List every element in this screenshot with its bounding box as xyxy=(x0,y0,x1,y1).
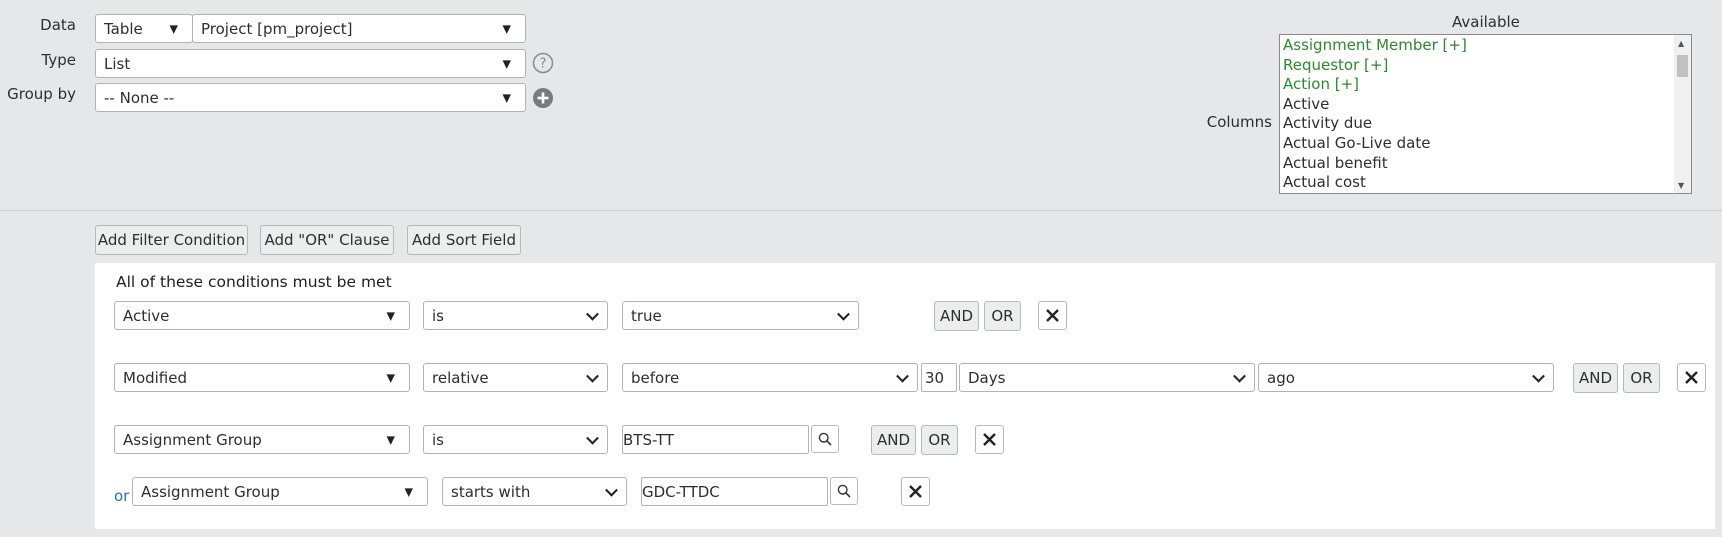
section-divider xyxy=(0,210,1722,211)
or-prefix-label: or xyxy=(114,487,130,505)
and-button[interactable]: AND xyxy=(1573,363,1618,393)
table-value: Project [pm_project] xyxy=(201,19,353,38)
relative-when-value: ago xyxy=(1267,368,1295,387)
add-sort-field-button[interactable]: Add Sort Field xyxy=(407,225,521,255)
dropdown-arrow-icon: ▼ xyxy=(169,22,178,35)
add-or-clause-button[interactable]: Add "OR" Clause xyxy=(260,225,394,255)
relative-when-select[interactable]: ago xyxy=(1258,363,1554,392)
filter-operator-value: is xyxy=(432,430,444,449)
or-button[interactable]: OR xyxy=(984,301,1021,331)
table-select[interactable]: Project [pm_project] ▼ xyxy=(192,14,526,43)
list-item[interactable]: Requestor [+] xyxy=(1283,56,1691,76)
available-columns-list[interactable]: Assignment Member [+] Requestor [+] Acti… xyxy=(1279,34,1692,194)
type-value: List xyxy=(104,54,131,73)
remove-condition-button[interactable] xyxy=(1038,301,1067,330)
filter-value-value: true xyxy=(631,306,662,325)
filter-operator-select[interactable]: starts with xyxy=(442,477,627,506)
filter-field-select[interactable]: Assignment Group ▼ xyxy=(114,425,410,454)
filter-value-value: before xyxy=(631,368,680,387)
group-by-select[interactable]: -- None -- ▼ xyxy=(95,83,526,112)
dropdown-arrow-icon: ▼ xyxy=(502,22,511,35)
and-button[interactable]: AND xyxy=(934,301,979,331)
remove-condition-button[interactable] xyxy=(901,477,930,506)
filter-operator-select[interactable]: relative xyxy=(423,363,608,392)
filter-field-value: Assignment Group xyxy=(141,482,280,501)
add-group-icon[interactable] xyxy=(532,87,554,109)
dropdown-arrow-icon: ▼ xyxy=(404,485,413,498)
filter-operator-value: is xyxy=(432,306,444,325)
filter-value-input[interactable]: BTS-TT xyxy=(622,425,809,454)
search-icon xyxy=(837,484,851,498)
list-item[interactable]: Activity due xyxy=(1283,114,1691,134)
dropdown-arrow-icon: ▼ xyxy=(502,91,511,104)
list-item[interactable]: Actual Go-Live date xyxy=(1283,134,1691,154)
list-item[interactable]: Actual cost xyxy=(1283,173,1691,193)
filter-operator-select[interactable]: is xyxy=(423,301,608,330)
lookup-button[interactable] xyxy=(830,477,858,505)
dropdown-arrow-icon: ▼ xyxy=(502,57,511,70)
dropdown-arrow-icon: ▼ xyxy=(386,371,395,384)
list-item[interactable]: Assignment Member [+] xyxy=(1283,36,1691,56)
scrollbar[interactable]: ▲ ▼ xyxy=(1674,35,1691,193)
dropdown-arrow-icon: ▼ xyxy=(386,309,395,322)
remove-condition-button[interactable] xyxy=(1677,363,1706,392)
search-icon xyxy=(818,432,832,446)
filter-operator-value: relative xyxy=(432,368,489,387)
filter-value-select[interactable]: before xyxy=(622,363,918,392)
filter-field-value: Active xyxy=(123,306,170,325)
group-by-label: Group by xyxy=(7,85,76,103)
data-source-value: Table xyxy=(104,19,143,38)
remove-condition-button[interactable] xyxy=(975,425,1004,454)
scroll-up-icon[interactable]: ▲ xyxy=(1678,39,1684,48)
help-icon[interactable]: ? xyxy=(532,52,554,74)
dropdown-arrow-icon: ▼ xyxy=(386,433,395,446)
type-label: Type xyxy=(41,51,76,69)
filter-operator-value: starts with xyxy=(451,482,531,501)
filter-value-select[interactable]: true xyxy=(622,301,859,330)
data-label: Data xyxy=(40,16,76,34)
group-by-value: -- None -- xyxy=(104,88,175,107)
close-icon xyxy=(1685,371,1698,384)
filter-field-select[interactable]: Modified ▼ xyxy=(114,363,410,392)
svg-text:?: ? xyxy=(540,57,547,72)
or-button[interactable]: OR xyxy=(1623,363,1660,393)
close-icon xyxy=(983,433,996,446)
filter-value-input[interactable]: GDC-TTDC xyxy=(641,477,828,506)
data-source-select[interactable]: Table ▼ xyxy=(95,14,193,43)
close-icon xyxy=(1046,309,1059,322)
filter-field-select[interactable]: Assignment Group ▼ xyxy=(132,477,428,506)
filter-field-select[interactable]: Active ▼ xyxy=(114,301,410,330)
relative-unit-select[interactable]: Days xyxy=(959,363,1255,392)
list-item[interactable]: Actual benefit xyxy=(1283,154,1691,174)
filter-operator-select[interactable]: is xyxy=(423,425,608,454)
type-select[interactable]: List ▼ xyxy=(95,49,526,78)
list-item[interactable]: Action [+] xyxy=(1283,75,1691,95)
columns-label: Columns xyxy=(1206,113,1272,131)
available-label: Available xyxy=(1452,13,1520,31)
close-icon xyxy=(909,485,922,498)
relative-unit-value: Days xyxy=(968,368,1006,387)
add-filter-condition-button[interactable]: Add Filter Condition xyxy=(95,225,248,255)
scroll-thumb[interactable] xyxy=(1677,55,1688,77)
lookup-button[interactable] xyxy=(811,425,839,453)
list-item[interactable]: Active xyxy=(1283,95,1691,115)
filter-field-value: Modified xyxy=(123,368,188,387)
scroll-down-icon[interactable]: ▼ xyxy=(1678,181,1684,190)
filter-heading: All of these conditions must be met xyxy=(116,273,392,291)
and-button[interactable]: AND xyxy=(871,425,916,455)
filter-field-value: Assignment Group xyxy=(123,430,262,449)
relative-number-input[interactable]: 30 xyxy=(921,363,957,392)
or-button[interactable]: OR xyxy=(921,425,958,455)
